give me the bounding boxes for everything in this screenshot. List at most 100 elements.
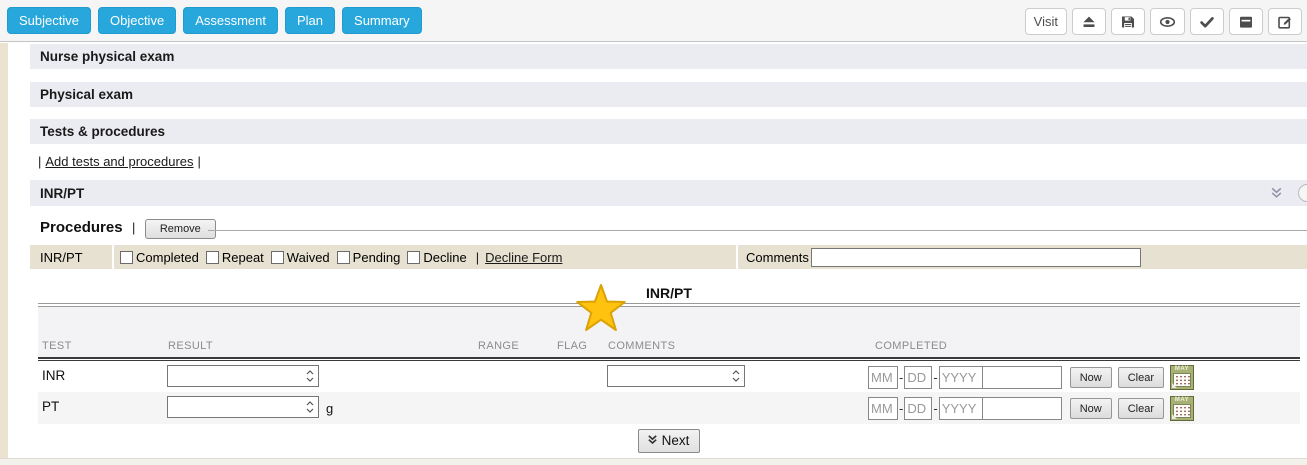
section-header-physical-exam[interactable]: Physical exam bbox=[30, 82, 1307, 107]
chevron-double-down-icon bbox=[647, 433, 658, 448]
toolbar-actions: Visit bbox=[1025, 8, 1302, 35]
tab-objective[interactable]: Objective bbox=[98, 7, 176, 34]
number-spinner[interactable] bbox=[729, 367, 743, 385]
number-spinner[interactable] bbox=[303, 367, 317, 385]
checkbox-label: Completed bbox=[136, 250, 199, 265]
pt-now-button[interactable]: Now bbox=[1070, 398, 1112, 419]
section-title: Physical exam bbox=[40, 87, 133, 102]
pt-year-input[interactable] bbox=[939, 397, 983, 420]
column-header-test: TEST bbox=[42, 340, 72, 352]
checkbox-label: Waived bbox=[287, 250, 330, 265]
procedure-comments-input[interactable] bbox=[811, 248, 1141, 267]
procedure-status-cell: Completed Repeat Waived Pending Decline … bbox=[114, 245, 736, 269]
unit-label: g bbox=[326, 401, 333, 416]
column-header-completed: COMPLETED bbox=[875, 340, 947, 352]
column-header-comments: COMMENTS bbox=[608, 340, 675, 352]
pt-day-input[interactable] bbox=[904, 397, 932, 420]
confirm-button[interactable] bbox=[1190, 8, 1224, 35]
tab-plan[interactable]: Plan bbox=[285, 7, 335, 34]
column-header-range: RANGE bbox=[478, 340, 519, 352]
soap-tabs: Subjective Objective Assessment Plan Sum… bbox=[7, 7, 422, 34]
pending-checkbox[interactable] bbox=[337, 251, 350, 264]
inr-now-button[interactable]: Now bbox=[1070, 367, 1112, 388]
add-tests-link[interactable]: Add tests and procedures bbox=[45, 154, 193, 169]
inr-year-input[interactable] bbox=[939, 366, 983, 389]
eject-button[interactable] bbox=[1072, 8, 1106, 35]
next-button-label: Next bbox=[662, 433, 690, 448]
add-tests-row: |Add tests and procedures| bbox=[34, 154, 205, 169]
tab-subjective[interactable]: Subjective bbox=[7, 7, 91, 34]
archive-icon bbox=[1238, 14, 1254, 30]
test-name: INR bbox=[42, 368, 65, 383]
section-title: Nurse physical exam bbox=[40, 49, 174, 64]
inr-clear-button[interactable]: Clear bbox=[1118, 367, 1164, 388]
procedures-header: Procedures | Remove bbox=[40, 219, 1307, 241]
archive-button[interactable] bbox=[1229, 8, 1263, 35]
section-header-tests-procedures[interactable]: Tests & procedures bbox=[30, 119, 1307, 144]
save-icon bbox=[1120, 14, 1136, 30]
app-root: Subjective Objective Assessment Plan Sum… bbox=[0, 0, 1307, 465]
calendar-icon: MAY bbox=[1171, 366, 1193, 372]
calendar-fold bbox=[1172, 414, 1177, 419]
save-button[interactable] bbox=[1111, 8, 1145, 35]
section-title: Tests & procedures bbox=[40, 124, 165, 139]
tab-assessment[interactable]: Assessment bbox=[183, 7, 278, 34]
inr-calendar-picker-button[interactable]: MAY bbox=[1170, 365, 1194, 390]
procedure-status-row: INR/PT Completed Repeat Waived Pending D… bbox=[30, 245, 1307, 269]
number-spinner[interactable] bbox=[303, 398, 317, 416]
results-panel: INR/PT TEST RESULT RANGE FLAG COMMENTS C… bbox=[38, 283, 1300, 458]
pt-time-input[interactable] bbox=[982, 397, 1062, 420]
results-column-headers: TEST RESULT RANGE FLAG COMMENTS COMPLETE… bbox=[38, 307, 1300, 357]
toolbar: Subjective Objective Assessment Plan Sum… bbox=[0, 0, 1307, 42]
left-margin-strip bbox=[0, 43, 8, 465]
section-header-nurse-physical-exam[interactable]: Nurse physical exam bbox=[30, 44, 1307, 69]
procedure-name: INR/PT bbox=[40, 250, 83, 265]
visit-button[interactable]: Visit bbox=[1025, 8, 1067, 35]
checkbox-label: Pending bbox=[353, 250, 401, 265]
compose-button[interactable] bbox=[1268, 8, 1302, 35]
section-header-inrpt[interactable]: INR/PT bbox=[30, 180, 1307, 206]
calendar-fold bbox=[1172, 383, 1177, 388]
eject-icon bbox=[1081, 14, 1097, 30]
calendar-icon: MAY bbox=[1171, 397, 1193, 403]
horizontal-rule bbox=[208, 230, 1307, 231]
checkbox-label: Repeat bbox=[222, 250, 264, 265]
inr-day-input[interactable] bbox=[904, 366, 932, 389]
separator: | bbox=[476, 250, 479, 265]
inr-comments-field bbox=[607, 365, 745, 387]
pt-clear-button[interactable]: Clear bbox=[1118, 398, 1164, 419]
procedures-title: Procedures bbox=[40, 219, 123, 236]
remove-procedure-button[interactable]: Remove bbox=[145, 219, 216, 239]
check-icon bbox=[1199, 14, 1215, 30]
next-button[interactable]: Next bbox=[638, 429, 701, 453]
checkbox-label: Decline bbox=[423, 250, 466, 265]
tab-summary[interactable]: Summary bbox=[342, 7, 422, 34]
pt-result-input[interactable] bbox=[168, 397, 302, 417]
decline-checkbox[interactable] bbox=[407, 251, 420, 264]
inr-month-input[interactable] bbox=[868, 366, 898, 389]
completed-checkbox[interactable] bbox=[120, 251, 133, 264]
bottom-strip bbox=[0, 458, 1307, 465]
column-header-flag: FLAG bbox=[557, 340, 587, 352]
preview-button[interactable] bbox=[1150, 8, 1185, 35]
pt-completed-group: - - Now Clear MAY bbox=[868, 396, 1194, 421]
pt-result-field bbox=[167, 396, 319, 418]
waived-checkbox[interactable] bbox=[271, 251, 284, 264]
column-header-result: RESULT bbox=[168, 340, 213, 352]
repeat-checkbox[interactable] bbox=[206, 251, 219, 264]
comments-label: Comments bbox=[746, 250, 809, 265]
inr-result-input[interactable] bbox=[168, 366, 302, 386]
decline-form-link[interactable]: Decline Form bbox=[485, 250, 562, 265]
compose-icon bbox=[1277, 14, 1293, 30]
procedure-comments-cell: Comments bbox=[738, 245, 1307, 269]
inr-time-input[interactable] bbox=[982, 366, 1062, 389]
inr-comments-input[interactable] bbox=[608, 366, 728, 386]
table-row-inr: INR - - bbox=[38, 361, 1300, 392]
chevron-double-down-icon bbox=[1270, 187, 1283, 202]
date-separator: - bbox=[933, 401, 937, 416]
pt-month-input[interactable] bbox=[868, 397, 898, 420]
separator: | bbox=[198, 154, 201, 169]
table-row-pt: PT g - - Now Clear MAY bbox=[38, 392, 1300, 424]
pt-calendar-picker-button[interactable]: MAY bbox=[1170, 396, 1194, 421]
collapse-inrpt-button[interactable] bbox=[1270, 186, 1283, 202]
